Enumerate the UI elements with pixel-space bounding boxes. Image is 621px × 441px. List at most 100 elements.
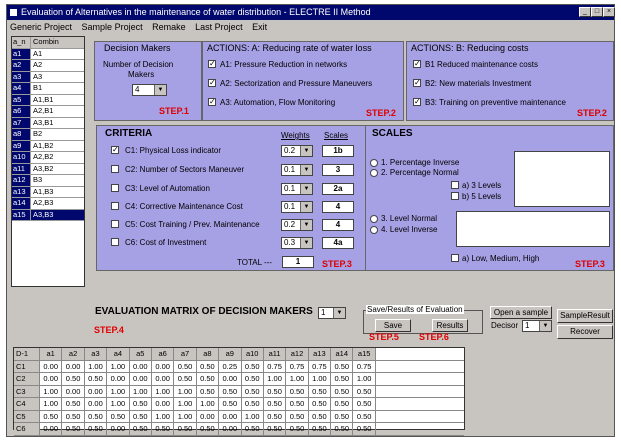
matrix-cell[interactable]: 0.50 <box>353 423 376 435</box>
alternative-row[interactable]: a11 A3,B2 <box>12 163 84 175</box>
matrix-cell[interactable]: 0.50 <box>130 410 152 422</box>
matrix-cell[interactable]: 0.00 <box>219 423 242 435</box>
matrix-cell[interactable]: 0.00 <box>219 410 242 422</box>
matrix-cell[interactable]: 0.50 <box>309 423 332 435</box>
matrix-cell[interactable]: 0.00 <box>62 385 85 397</box>
checkbox-5-levels[interactable] <box>451 192 459 200</box>
checkbox-a3[interactable]: ✓ <box>208 98 216 106</box>
matrix-cell[interactable]: 0.50 <box>85 410 108 422</box>
checkbox-b1[interactable]: ✓ <box>413 60 421 68</box>
matrix-cell[interactable]: 0.50 <box>331 410 354 422</box>
radio-percentage-inverse[interactable] <box>370 159 378 167</box>
matrix-cell[interactable]: 1.00 <box>353 373 376 385</box>
chevron-down-icon[interactable]: ▼ <box>300 220 312 230</box>
checkbox-a2[interactable]: ✓ <box>208 79 216 87</box>
matrix-cell[interactable]: 0.75 <box>309 360 332 372</box>
matrix-cell[interactable]: 0.50 <box>219 398 242 410</box>
matrix-cell[interactable]: 0.50 <box>331 398 354 410</box>
matrix-cell[interactable]: 0.50 <box>286 398 309 410</box>
matrix-cell[interactable]: 0.25 <box>219 360 242 372</box>
matrix-cell[interactable]: 0.50 <box>309 398 332 410</box>
alternative-row[interactable]: a13 A1,B3 <box>12 186 84 198</box>
checkbox-c6[interactable] <box>111 238 119 246</box>
scale-field-c2[interactable]: 3 <box>322 164 354 176</box>
alternatives-table[interactable]: a_n Combin a1 A1 a2 A2 a3 A3 a4 B1 a5 A1,B1 a6 A2,B… <box>11 36 85 287</box>
results-button[interactable]: Results <box>432 319 468 332</box>
scale-field-c1[interactable]: 1b <box>322 145 354 157</box>
matrix-cell[interactable]: 1.00 <box>242 410 264 422</box>
matrix-cell[interactable]: 0.50 <box>197 423 220 435</box>
weight-select-c2[interactable]: 0.1 ▼ <box>281 164 313 176</box>
scale-field-c6[interactable]: 4a <box>322 237 354 249</box>
weight-select-c6[interactable]: 0.3 ▼ <box>281 237 313 249</box>
matrix-cell[interactable]: 0.00 <box>219 373 242 385</box>
matrix-cell[interactable]: 0.50 <box>152 423 175 435</box>
matrix-cell[interactable]: 1.00 <box>309 373 332 385</box>
matrix-cell[interactable]: 0.50 <box>331 423 354 435</box>
alternative-row[interactable]: a6 A2,B1 <box>12 106 84 118</box>
matrix-cell[interactable]: 0.00 <box>85 385 108 397</box>
matrix-cell[interactable]: 0.50 <box>219 385 242 397</box>
matrix-cell[interactable]: 1.00 <box>264 373 287 385</box>
matrix-cell[interactable]: 1.00 <box>174 410 197 422</box>
matrix-cell[interactable]: 0.50 <box>242 423 264 435</box>
evaluation-matrix-grid[interactable]: D-1 a1 a2 a3 a4 a5 a6 a7 a8 a9 a10 a11 a12 a13 a14 a15 … <box>13 347 465 436</box>
sample-result-button[interactable]: SampleResult <box>557 309 613 323</box>
matrix-cell[interactable]: 0.50 <box>242 360 264 372</box>
matrix-cell[interactable]: 0.50 <box>242 385 264 397</box>
decision-makers-select[interactable]: 4 ▼ <box>132 84 167 96</box>
alternative-row[interactable]: a3 A3 <box>12 71 84 83</box>
matrix-cell[interactable]: 0.50 <box>264 398 287 410</box>
chevron-down-icon[interactable]: ▼ <box>333 308 345 318</box>
matrix-cell[interactable]: 0.50 <box>331 373 354 385</box>
matrix-cell[interactable]: 1.00 <box>40 398 63 410</box>
matrix-cell[interactable]: 0.50 <box>331 360 354 372</box>
matrix-cell[interactable]: 1.00 <box>107 385 130 397</box>
matrix-cell[interactable]: 1.00 <box>197 398 220 410</box>
menu-sample-project[interactable]: Sample Project <box>82 22 143 32</box>
decisor-select[interactable]: 1 ▼ <box>522 320 552 332</box>
chevron-down-icon[interactable]: ▼ <box>154 85 166 95</box>
matrix-cell[interactable]: 0.50 <box>130 423 152 435</box>
scale-field-c5[interactable]: 4 <box>322 219 354 231</box>
checkbox-a1[interactable]: ✓ <box>208 60 216 68</box>
matrix-cell[interactable]: 0.50 <box>62 423 85 435</box>
matrix-cell[interactable]: 1.00 <box>85 360 108 372</box>
matrix-cell[interactable]: 0.00 <box>107 373 130 385</box>
alternative-row[interactable]: a10 A2,B2 <box>12 152 84 164</box>
matrix-cell[interactable]: 0.50 <box>174 373 197 385</box>
alternative-row[interactable]: a1 A1 <box>12 48 84 60</box>
matrix-cell[interactable]: 0.00 <box>40 373 63 385</box>
checkbox-c1[interactable]: ✓ <box>111 146 119 154</box>
alternative-row[interactable]: a5 A1,B1 <box>12 94 84 106</box>
chevron-down-icon[interactable]: ▼ <box>300 202 312 212</box>
matrix-cell[interactable]: 0.00 <box>62 360 85 372</box>
matrix-cell[interactable]: 0.00 <box>152 398 175 410</box>
matrix-cell[interactable]: 1.00 <box>107 398 130 410</box>
matrix-cell[interactable]: 0.50 <box>242 373 264 385</box>
matrix-cell[interactable]: 0.50 <box>286 423 309 435</box>
weight-select-c3[interactable]: 0.1 ▼ <box>281 183 313 195</box>
chevron-down-icon[interactable]: ▼ <box>300 165 312 175</box>
scale-field-c4[interactable]: 4 <box>322 201 354 213</box>
matrix-cell[interactable]: 1.00 <box>286 373 309 385</box>
matrix-cell[interactable]: 0.50 <box>130 398 152 410</box>
matrix-cell[interactable]: 1.00 <box>40 385 63 397</box>
matrix-cell[interactable]: 0.00 <box>152 373 175 385</box>
matrix-cell[interactable]: 0.50 <box>353 398 376 410</box>
matrix-cell[interactable]: 0.50 <box>197 373 220 385</box>
checkbox-c2[interactable] <box>111 165 119 173</box>
chevron-down-icon[interactable]: ▼ <box>300 146 312 156</box>
matrix-cell[interactable]: 0.50 <box>62 373 85 385</box>
matrix-cell[interactable]: 0.50 <box>242 398 264 410</box>
recover-button[interactable]: Recover <box>557 325 613 339</box>
alternative-row[interactable]: a12 B3 <box>12 175 84 187</box>
matrix-cell[interactable]: 1.00 <box>107 360 130 372</box>
chevron-down-icon[interactable]: ▼ <box>300 238 312 248</box>
matrix-cell[interactable]: 0.50 <box>353 410 376 422</box>
matrix-cell[interactable]: 0.50 <box>62 398 85 410</box>
menu-exit[interactable]: Exit <box>252 22 267 32</box>
minimize-icon[interactable]: _ <box>579 7 591 17</box>
menu-last-project[interactable]: Last Project <box>195 22 243 32</box>
weight-select-c4[interactable]: 0.1 ▼ <box>281 201 313 213</box>
